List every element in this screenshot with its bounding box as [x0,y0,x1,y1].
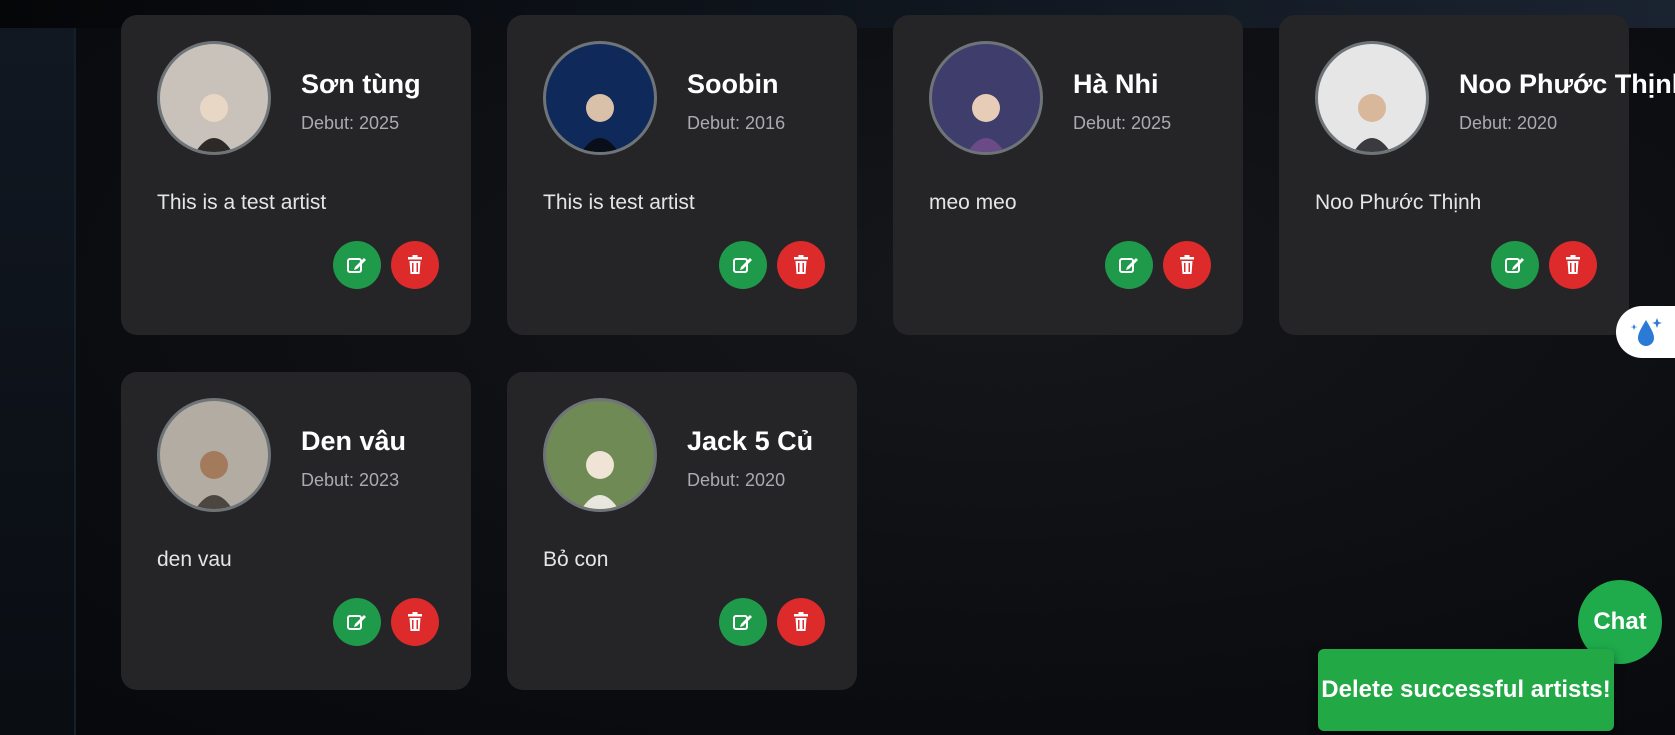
artist-photo-icon [581,94,619,152]
sparkle-drop-icon [1630,318,1662,346]
artist-avatar [157,398,271,512]
edit-button[interactable] [719,241,767,289]
edit-icon [1505,258,1524,273]
artist-name: Hà Nhi [1073,69,1159,99]
edit-icon [347,615,366,630]
artist-avatar [157,41,271,155]
artist-name: Sơn tùng [301,69,421,99]
delete-button[interactable] [391,598,439,646]
trash-icon [794,255,808,274]
edit-icon [347,258,366,273]
artist-description: This is test artist [543,191,695,214]
toast-notification: Delete successful artists! [1318,649,1614,731]
artist-photo-icon [581,451,619,509]
trash-icon [408,255,422,274]
artist-card: Hà Nhi Debut: 2025 meo meo [893,15,1243,335]
artist-description: meo meo [929,191,1017,214]
edit-button[interactable] [1491,241,1539,289]
artist-photo-icon [967,94,1005,152]
artist-photo-icon [195,451,233,509]
edit-icon [733,258,752,273]
artist-description: Bỏ con [543,548,609,571]
artist-description: den vau [157,548,232,571]
trash-icon [794,612,808,631]
delete-button[interactable] [391,241,439,289]
artist-avatar [543,398,657,512]
artist-name: Den vâu [301,426,407,456]
artist-avatar [1315,41,1429,155]
delete-button[interactable] [1163,241,1211,289]
toast-message: Delete successful artists! [1321,676,1611,703]
delete-button[interactable] [1549,241,1597,289]
artist-description: Noo Phước Thịnh [1315,191,1482,214]
artist-debut: Debut: 2016 [687,113,786,133]
artist-name: Noo Phước Thịnh [1459,69,1675,99]
delete-button[interactable] [777,598,825,646]
artist-avatar [543,41,657,155]
artist-card: Jack 5 Củ Debut: 2020 Bỏ con [507,372,857,690]
artist-debut: Debut: 2023 [301,470,400,490]
artist-name: Jack 5 Củ [687,426,814,456]
edit-icon [1119,258,1138,273]
artist-debut: Debut: 2020 [687,470,786,490]
artist-debut: Debut: 2025 [1073,113,1172,133]
trash-icon [1566,255,1580,274]
edit-button[interactable] [333,598,381,646]
artist-description: This is a test artist [157,191,327,214]
delete-button[interactable] [777,241,825,289]
edit-icon [733,615,752,630]
trash-icon [408,612,422,631]
artist-name: Soobin [687,69,779,99]
trash-icon [1180,255,1194,274]
edit-button[interactable] [333,241,381,289]
artist-card: Soobin Debut: 2016 This is test artist [507,15,857,335]
artist-card: Den vâu Debut: 2023 den vau [121,372,471,690]
edit-button[interactable] [1105,241,1153,289]
artist-photo-icon [195,94,233,152]
artist-debut: Debut: 2025 [301,113,400,133]
artist-card: Sơn tùng Debut: 2025 This is a test arti… [121,15,471,335]
artist-debut: Debut: 2020 [1459,113,1558,133]
artist-photo-icon [1353,94,1391,152]
sidebar [0,28,76,735]
artist-card: Noo Phước Thịnh Debut: 2020 Noo Phước Th… [1279,15,1675,335]
edit-button[interactable] [719,598,767,646]
sparkle-widget-button[interactable] [1616,306,1675,358]
artist-avatar [929,41,1043,155]
